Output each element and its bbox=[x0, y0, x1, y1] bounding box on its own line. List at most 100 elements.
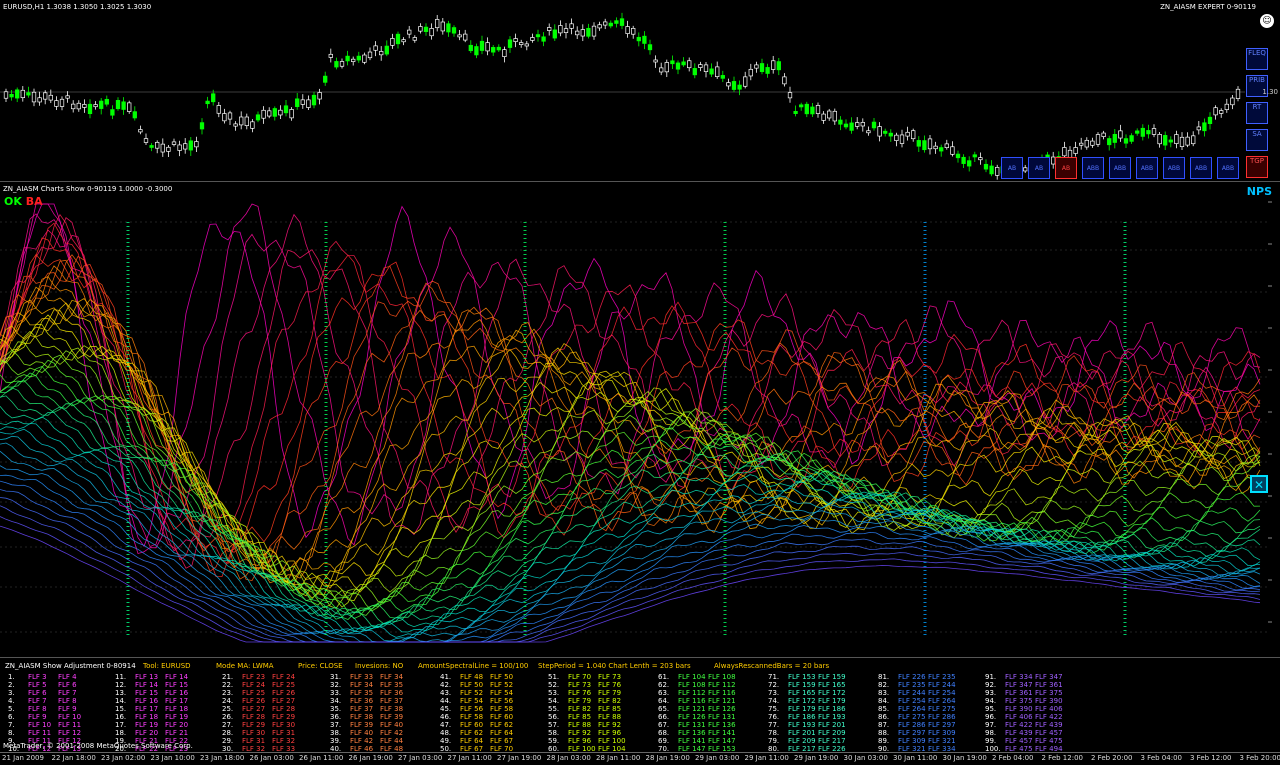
flf-value: FLF 6 bbox=[28, 689, 47, 697]
candle bbox=[598, 22, 602, 31]
smiley-icon: ☺ bbox=[1260, 14, 1274, 28]
flf-value: FLF 11 bbox=[28, 729, 51, 737]
flf-value: FLF 27 bbox=[272, 697, 295, 705]
candle bbox=[525, 41, 529, 50]
candle bbox=[150, 143, 154, 151]
time-tick-label: 28 Jan 11:00 bbox=[596, 754, 640, 762]
bottom-button-1[interactable]: AB bbox=[1001, 157, 1023, 179]
row-index: 65. bbox=[658, 705, 669, 713]
candle bbox=[1225, 99, 1229, 113]
row-index: 1. bbox=[8, 673, 15, 681]
candle bbox=[659, 63, 663, 75]
spectral-line bbox=[0, 331, 1260, 607]
side-button-1[interactable]: FLEQ bbox=[1246, 48, 1268, 70]
candle bbox=[301, 94, 305, 109]
price-chart-pane[interactable]: EURUSD,H1 1.3038 1.3050 1.3025 1.3030 ZN… bbox=[0, 0, 1280, 182]
time-tick-label: 22 Jan 18:00 bbox=[52, 754, 96, 762]
candle bbox=[486, 37, 490, 55]
flf-value: FLF 62 bbox=[490, 721, 513, 729]
row-index: 60. bbox=[548, 745, 559, 752]
flf-value: FLF 254 bbox=[898, 697, 926, 705]
adjustment-header-item: ZN_AIASM Show Adjustment 0-80914 bbox=[5, 662, 136, 670]
bottom-button-5[interactable]: ABB bbox=[1109, 157, 1131, 179]
candle bbox=[15, 88, 19, 103]
side-button-3[interactable]: RT bbox=[1246, 102, 1268, 124]
flf-value: FLF 38 bbox=[350, 713, 373, 721]
side-button-5[interactable]: TGP bbox=[1246, 156, 1268, 178]
candle bbox=[861, 118, 865, 131]
time-tick-label: 3 Feb 20:00 bbox=[1240, 754, 1280, 762]
row-index: 3. bbox=[8, 689, 15, 697]
close-icon[interactable]: ✕ bbox=[1250, 475, 1268, 493]
row-index: 50. bbox=[440, 745, 451, 752]
flf-value: FLF 58 bbox=[460, 713, 483, 721]
flf-value: FLF 390 bbox=[1005, 705, 1033, 713]
bottom-button-3[interactable]: AB bbox=[1055, 157, 1077, 179]
flf-value: FLF 136 bbox=[678, 729, 706, 737]
candle bbox=[799, 103, 803, 111]
ba-label: BA bbox=[26, 195, 43, 208]
row-index: 51. bbox=[548, 673, 559, 681]
flf-value: FLF 67 bbox=[460, 745, 483, 752]
candle bbox=[743, 72, 747, 89]
candle bbox=[676, 61, 680, 75]
candle bbox=[452, 25, 456, 36]
row-index: 27. bbox=[222, 721, 233, 729]
flf-value: FLF 116 bbox=[678, 697, 706, 705]
bottom-button-7[interactable]: ABB bbox=[1163, 157, 1185, 179]
bottom-button-2[interactable]: AB bbox=[1028, 157, 1050, 179]
flf-value: FLF 209 bbox=[818, 729, 846, 737]
row-index: 64. bbox=[658, 697, 669, 705]
flf-value: FLF 17 bbox=[135, 705, 158, 713]
candle bbox=[66, 91, 70, 103]
row-index: 39. bbox=[330, 737, 341, 745]
flf-value: FLF 131 bbox=[708, 713, 736, 721]
time-tick-label: 30 Jan 11:00 bbox=[893, 754, 937, 762]
candle bbox=[223, 109, 227, 124]
flf-value: FLF 26 bbox=[242, 697, 265, 705]
bottom-button-9[interactable]: ABB bbox=[1217, 157, 1239, 179]
spectral-line bbox=[0, 266, 1260, 571]
side-button-4[interactable]: SA bbox=[1246, 129, 1268, 151]
row-index: 61. bbox=[658, 673, 669, 681]
candle bbox=[603, 19, 607, 29]
spectral-chart-pane[interactable]: ZN_AIASM Charts Show 0-90119 1.0000 -0.3… bbox=[0, 182, 1280, 658]
candle bbox=[721, 71, 725, 82]
flf-value: FLF 34 bbox=[350, 681, 373, 689]
row-index: 26. bbox=[222, 713, 233, 721]
candle bbox=[553, 24, 557, 41]
candle bbox=[1096, 132, 1100, 147]
row-index: 97. bbox=[985, 721, 996, 729]
flf-value: FLF 44 bbox=[380, 737, 403, 745]
row-index: 75. bbox=[768, 705, 779, 713]
flf-value: FLF 39 bbox=[380, 713, 403, 721]
row-index: 90. bbox=[878, 745, 889, 752]
flf-value: FLF 7 bbox=[28, 697, 47, 705]
candle bbox=[1214, 105, 1218, 119]
time-tick-label: 23 Jan 10:00 bbox=[151, 754, 195, 762]
bottom-button-4[interactable]: ABB bbox=[1082, 157, 1104, 179]
candle bbox=[559, 20, 563, 36]
candle bbox=[536, 30, 540, 42]
row-index: 84. bbox=[878, 697, 889, 705]
candle bbox=[889, 129, 893, 142]
flf-value: FLF 347 bbox=[1005, 681, 1033, 689]
candle bbox=[475, 44, 479, 59]
time-tick-label: 23 Jan 18:00 bbox=[200, 754, 244, 762]
candle bbox=[990, 160, 994, 176]
candle bbox=[469, 40, 473, 53]
candle bbox=[587, 24, 591, 39]
candle bbox=[200, 118, 204, 134]
row-index: 62. bbox=[658, 681, 669, 689]
row-index: 45. bbox=[440, 705, 451, 713]
adjustment-header-item: Invesions: NO bbox=[355, 662, 403, 670]
flf-value: FLF 23 bbox=[242, 673, 265, 681]
bottom-button-8[interactable]: ABB bbox=[1190, 157, 1212, 179]
candle bbox=[167, 145, 171, 157]
candle bbox=[727, 79, 731, 90]
bottom-button-6[interactable]: ABB bbox=[1136, 157, 1158, 179]
time-tick-label: 30 Jan 19:00 bbox=[943, 754, 987, 762]
candle bbox=[738, 80, 742, 95]
candle bbox=[626, 21, 630, 38]
flf-value: FLF 375 bbox=[1005, 697, 1033, 705]
